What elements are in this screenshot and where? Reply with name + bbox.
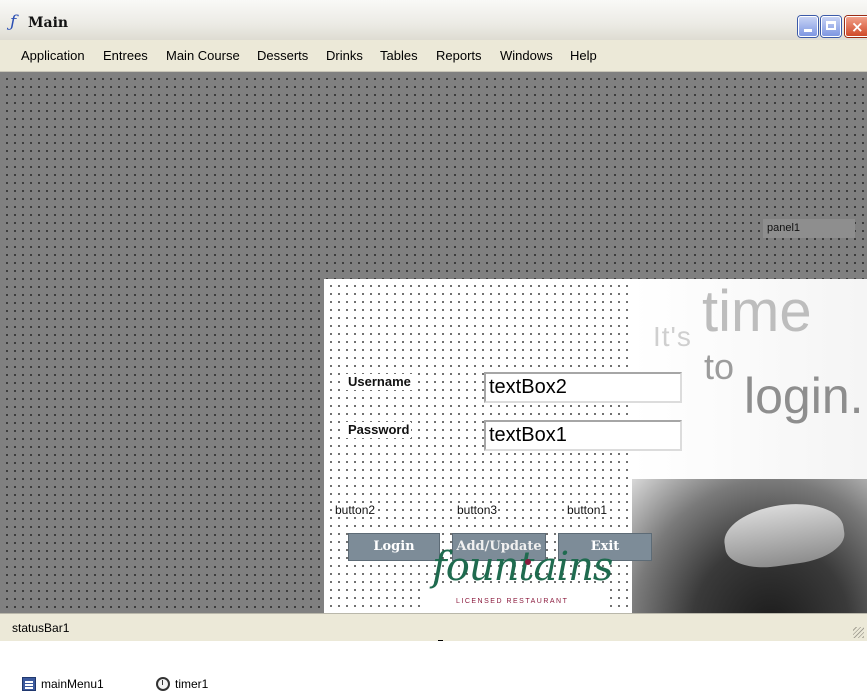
- button3-caption: button3: [456, 503, 499, 517]
- app-icon: ƒ: [10, 12, 17, 32]
- close-icon: ×: [851, 18, 864, 36]
- menu-windows[interactable]: Windows: [500, 48, 553, 64]
- minimize-button[interactable]: [798, 16, 818, 37]
- close-button[interactable]: ×: [845, 16, 867, 37]
- maximize-button[interactable]: [821, 16, 841, 37]
- password-field[interactable]: textBox1: [484, 420, 682, 451]
- main-menu-icon: [22, 677, 36, 691]
- username-label: Username: [346, 374, 413, 390]
- menu-desserts[interactable]: Desserts: [257, 48, 308, 64]
- status-bar: statusBar1: [0, 613, 867, 641]
- artwork-time-text: time: [702, 279, 812, 344]
- status-text: statusBar1: [12, 621, 70, 635]
- menu-application[interactable]: Application: [21, 48, 85, 64]
- component-label: mainMenu1: [41, 677, 104, 691]
- resize-grip-icon[interactable]: [853, 627, 864, 638]
- artwork-its-text: It's: [653, 321, 692, 352]
- component-tray: mainMenu1 timer1: [0, 641, 867, 693]
- username-field[interactable]: textBox2: [484, 372, 682, 403]
- panel1[interactable]: panel1: [763, 219, 855, 238]
- logo-dot: [525, 559, 531, 565]
- minimize-icon: [804, 29, 812, 32]
- menu-main-course[interactable]: Main Course: [166, 48, 240, 64]
- menu-bar: Application Entrees Main Course Desserts…: [0, 40, 867, 72]
- login-panel[interactable]: It's time to login. Username textBox2 Pa…: [324, 279, 867, 613]
- fountains-logo: fountains LICENSED RESTAURANT: [420, 547, 613, 613]
- menu-tables[interactable]: Tables: [380, 48, 418, 64]
- logo-tagline: LICENSED RESTAURANT: [456, 598, 569, 605]
- login-button[interactable]: Login: [348, 533, 440, 561]
- button2-caption: button2: [334, 503, 377, 517]
- component-mainmenu1[interactable]: mainMenu1: [22, 677, 104, 691]
- menu-drinks[interactable]: Drinks: [326, 48, 363, 64]
- logo-wordmark: fountains: [432, 544, 613, 590]
- window-title: Main: [28, 15, 69, 31]
- artwork-to-text: to: [704, 346, 735, 387]
- menu-reports[interactable]: Reports: [436, 48, 482, 64]
- component-timer1[interactable]: timer1: [156, 677, 208, 691]
- menu-help[interactable]: Help: [570, 48, 597, 64]
- menu-entrees[interactable]: Entrees: [103, 48, 148, 64]
- button1-caption: button1: [566, 503, 609, 517]
- component-label: timer1: [175, 677, 209, 691]
- password-label: Password: [346, 422, 412, 438]
- maximize-icon: [826, 21, 836, 30]
- title-bar: ƒ Main ×: [0, 0, 867, 40]
- timer-icon: [156, 677, 170, 691]
- artwork-login-text: login.: [744, 368, 864, 424]
- form-design-surface: panel1 It's time to login. Username text…: [0, 72, 867, 613]
